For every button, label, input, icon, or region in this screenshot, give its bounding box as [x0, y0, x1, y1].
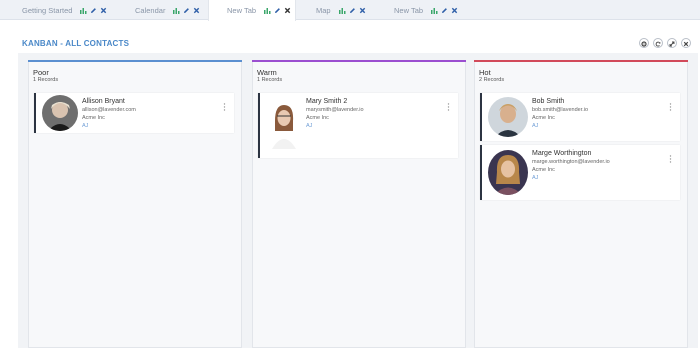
contact-name[interactable]: Allison Bryant	[82, 98, 125, 105]
contact-email[interactable]: bob.smith@lavender.io	[532, 107, 588, 113]
avatar	[266, 101, 302, 149]
tab-map[interactable]: Map	[316, 0, 369, 20]
column-record-count: 1 Records	[33, 77, 59, 83]
pencil-icon[interactable]	[441, 7, 448, 14]
kebab-menu-icon[interactable]	[669, 150, 672, 163]
chart-icon[interactable]	[264, 7, 271, 14]
contact-name[interactable]: Marge Worthington	[532, 150, 591, 157]
close-icon[interactable]	[100, 7, 107, 14]
kanban-column-warm: Warm 1 Records Mary Smith 2 marysmith@la…	[252, 60, 466, 348]
refresh-icon	[655, 34, 661, 52]
column-record-count: 1 Records	[257, 77, 283, 83]
chart-icon[interactable]	[431, 7, 438, 14]
column-title: Warm	[257, 68, 277, 77]
tab-label: Getting Started	[22, 5, 73, 15]
tab-calendar[interactable]: Calendar	[135, 0, 203, 20]
kanban-column-poor: Poor 1 Records Allison Bryant allison@la…	[28, 60, 242, 348]
column-title: Hot	[479, 68, 491, 77]
pencil-icon[interactable]	[90, 7, 97, 14]
kanban-column-hot: Hot 2 Records Bob Smith bob.smith@lavend…	[474, 60, 688, 348]
column-color-bar	[252, 60, 466, 62]
close-icon[interactable]	[451, 7, 458, 14]
contact-company: Acme Inc	[532, 115, 555, 121]
settings-button[interactable]	[639, 38, 649, 48]
expand-button[interactable]	[667, 38, 677, 48]
expand-icon	[669, 34, 675, 52]
column-title: Poor	[33, 68, 49, 77]
contact-email[interactable]: allison@lavender.com	[82, 107, 136, 113]
avatar	[488, 97, 528, 137]
tab-new-tab-active[interactable]: New Tab	[208, 0, 296, 21]
contact-company: Acme Inc	[306, 115, 329, 121]
chart-icon[interactable]	[338, 7, 346, 14]
pencil-icon[interactable]	[349, 7, 356, 14]
kebab-menu-icon[interactable]	[447, 98, 450, 111]
contact-card[interactable]: Mary Smith 2 marysmith@lavender.io Acme …	[258, 93, 458, 158]
tab-label: New Tab	[227, 6, 257, 15]
column-color-bar	[474, 60, 688, 62]
tab-label: Calendar	[135, 5, 166, 15]
contact-company: Acme Inc	[82, 115, 105, 121]
contact-company: Acme Inc	[532, 167, 555, 173]
tab-bar: Getting Started Calendar New Tab Map New…	[0, 0, 700, 21]
close-icon[interactable]	[193, 7, 200, 14]
tab-label: Map	[316, 5, 331, 15]
close-panel-button[interactable]	[681, 38, 691, 48]
kebab-menu-icon[interactable]	[669, 98, 672, 111]
close-icon	[683, 34, 689, 52]
contact-name[interactable]: Mary Smith 2	[306, 98, 347, 105]
gear-icon	[641, 34, 647, 52]
tab-label: New Tab	[394, 5, 424, 15]
contact-card[interactable]: Allison Bryant allison@lavender.com Acme…	[34, 93, 234, 133]
contact-name[interactable]: Bob Smith	[532, 98, 564, 105]
contact-card[interactable]: Marge Worthington marge.worthington@lave…	[480, 145, 680, 200]
contact-initials: AJ	[532, 123, 539, 129]
close-icon[interactable]	[284, 7, 291, 14]
tab-new-tab[interactable]: New Tab	[394, 0, 461, 20]
chart-icon[interactable]	[80, 7, 87, 14]
contact-email[interactable]: marysmith@lavender.io	[306, 107, 364, 113]
column-record-count: 2 Records	[479, 77, 505, 83]
kanban-board: Poor 1 Records Allison Bryant allison@la…	[18, 53, 698, 348]
kebab-menu-icon[interactable]	[223, 98, 226, 111]
avatar	[488, 150, 528, 195]
contact-initials: AJ	[306, 123, 313, 129]
column-color-bar	[28, 60, 242, 62]
contact-card[interactable]: Bob Smith bob.smith@lavender.io Acme Inc…	[480, 93, 680, 141]
avatar	[42, 95, 78, 131]
tab-getting-started[interactable]: Getting Started	[22, 0, 110, 20]
contact-email[interactable]: marge.worthington@lavender.io	[532, 159, 610, 165]
contact-initials: AJ	[532, 175, 539, 181]
pencil-icon[interactable]	[274, 7, 281, 14]
pencil-icon[interactable]	[183, 7, 190, 14]
contact-initials: AJ	[82, 123, 89, 129]
close-icon[interactable]	[359, 7, 366, 14]
page-title: KANBAN - ALL CONTACTS	[22, 39, 130, 48]
refresh-button[interactable]	[653, 38, 663, 48]
chart-icon[interactable]	[173, 7, 180, 14]
